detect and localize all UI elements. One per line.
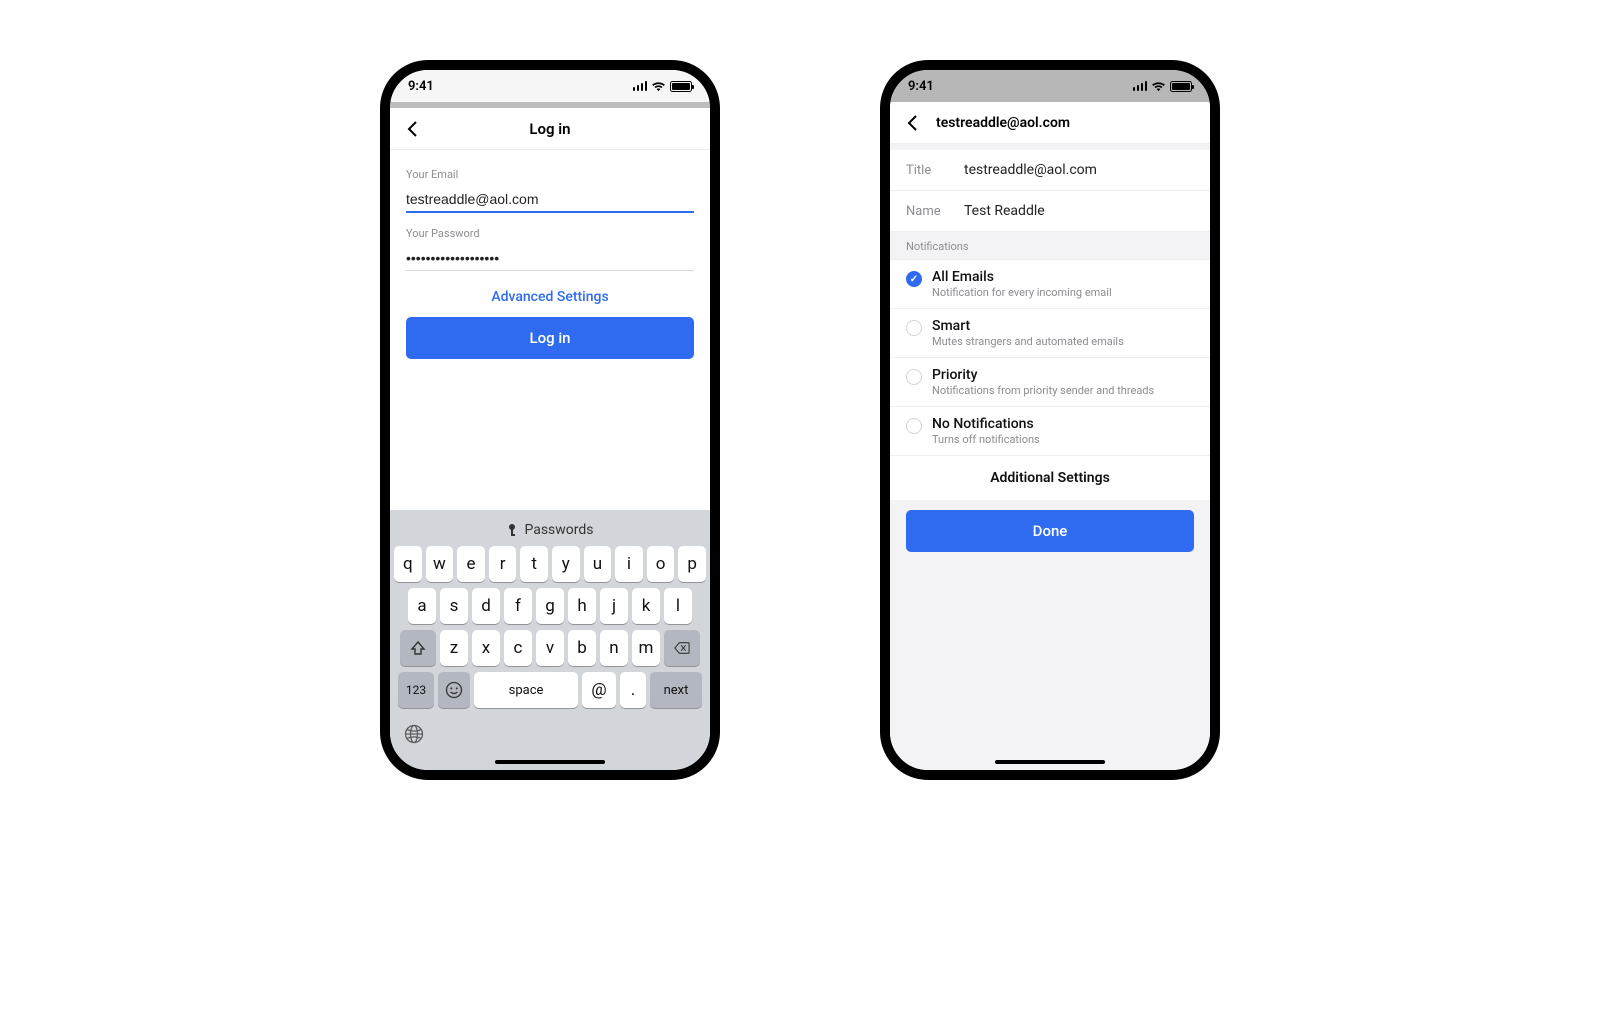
key-v[interactable]: v: [536, 630, 564, 666]
login-content: Your Email Your Password Advanced Settin…: [390, 150, 710, 770]
period-key[interactable]: .: [620, 672, 646, 708]
notifications-header: Notifications: [890, 232, 1210, 260]
key-n[interactable]: n: [600, 630, 628, 666]
key-icon: [506, 523, 518, 537]
notifications-list: All EmailsNotification for every incomin…: [890, 260, 1210, 456]
status-icons: [633, 81, 693, 92]
nav-bar: testreaddle@aol.com: [890, 102, 1210, 144]
key-f[interactable]: f: [504, 588, 532, 624]
at-key[interactable]: @: [582, 672, 616, 708]
title-row[interactable]: Title testreaddle@aol.com: [890, 150, 1210, 191]
option-title: All Emails: [932, 269, 1112, 285]
key-z[interactable]: z: [440, 630, 468, 666]
empty-area: [890, 568, 1210, 770]
space-key[interactable]: space: [474, 672, 578, 708]
globe-row: [394, 714, 706, 766]
name-label: Name: [906, 204, 964, 219]
option-subtitle: Turns off notifications: [932, 433, 1040, 446]
radio-indicator: [906, 271, 922, 287]
key-m[interactable]: m: [632, 630, 660, 666]
emoji-key[interactable]: [438, 672, 470, 708]
title-value: testreaddle@aol.com: [964, 162, 1097, 178]
battery-icon: [1170, 81, 1192, 92]
key-l[interactable]: l: [664, 588, 692, 624]
key-a[interactable]: a: [408, 588, 436, 624]
nav-bar: Log in: [390, 108, 710, 150]
option-title: No Notifications: [932, 416, 1040, 432]
email-label: Your Email: [406, 168, 694, 181]
key-w[interactable]: w: [426, 546, 454, 582]
key-c[interactable]: c: [504, 630, 532, 666]
key-e[interactable]: e: [457, 546, 485, 582]
keyboard: Passwords qwertyuiop asdfghjkl zxcvbnm 1…: [390, 510, 710, 770]
cellular-icon: [633, 81, 648, 91]
password-field[interactable]: [406, 244, 694, 271]
email-field[interactable]: [406, 185, 694, 213]
key-s[interactable]: s: [440, 588, 468, 624]
login-button[interactable]: Log in: [406, 317, 694, 359]
password-label: Your Password: [406, 227, 694, 240]
status-bar: 9:41: [890, 70, 1210, 102]
key-i[interactable]: i: [615, 546, 643, 582]
key-u[interactable]: u: [584, 546, 612, 582]
additional-settings-link[interactable]: Additional Settings: [890, 456, 1210, 500]
settings-content: Title testreaddle@aol.com Name Test Read…: [890, 144, 1210, 770]
key-y[interactable]: y: [552, 546, 580, 582]
passwords-suggestion[interactable]: Passwords: [394, 516, 706, 546]
notification-option[interactable]: All EmailsNotification for every incomin…: [890, 260, 1210, 309]
status-icons: [1133, 81, 1193, 92]
backspace-key[interactable]: [664, 630, 700, 666]
notification-option[interactable]: No NotificationsTurns off notifications: [890, 407, 1210, 456]
radio-indicator: [906, 418, 922, 434]
key-k[interactable]: k: [632, 588, 660, 624]
phone-settings: 9:41 testreaddle@aol.com Title testreadd…: [880, 60, 1220, 780]
title-label: Title: [906, 163, 964, 178]
next-key[interactable]: next: [650, 672, 702, 708]
status-time: 9:41: [908, 79, 934, 94]
option-title: Priority: [932, 367, 1154, 383]
status-time: 9:41: [408, 79, 434, 94]
nav-title: Log in: [390, 120, 710, 138]
wifi-icon: [1151, 81, 1166, 92]
key-j[interactable]: j: [600, 588, 628, 624]
key-t[interactable]: t: [520, 546, 548, 582]
key-x[interactable]: x: [472, 630, 500, 666]
name-row[interactable]: Name Test Readdle: [890, 191, 1210, 232]
kbd-row-4: 123 space @ . next: [394, 672, 706, 708]
status-bar: 9:41: [390, 70, 710, 102]
key-h[interactable]: h: [568, 588, 596, 624]
key-p[interactable]: p: [678, 546, 706, 582]
kbd-row-1: qwertyuiop: [394, 546, 706, 582]
shift-key[interactable]: [400, 630, 436, 666]
notification-option[interactable]: PriorityNotifications from priority send…: [890, 358, 1210, 407]
passwords-label: Passwords: [524, 522, 593, 538]
radio-indicator: [906, 320, 922, 336]
battery-icon: [670, 81, 692, 92]
back-icon[interactable]: [404, 120, 422, 138]
option-subtitle: Notifications from priority sender and t…: [932, 384, 1154, 397]
done-button[interactable]: Done: [906, 510, 1194, 552]
kbd-row-3: zxcvbnm: [394, 630, 706, 666]
name-value: Test Readdle: [964, 203, 1045, 219]
option-subtitle: Notification for every incoming email: [932, 286, 1112, 299]
globe-icon[interactable]: [404, 724, 424, 744]
phone-login: 9:41 Log in Your Email Your Password Adv…: [380, 60, 720, 780]
key-r[interactable]: r: [489, 546, 517, 582]
cellular-icon: [1133, 81, 1148, 91]
key-q[interactable]: q: [394, 546, 422, 582]
advanced-settings-link[interactable]: Advanced Settings: [406, 289, 694, 305]
key-d[interactable]: d: [472, 588, 500, 624]
key-o[interactable]: o: [647, 546, 675, 582]
notification-option[interactable]: SmartMutes strangers and automated email…: [890, 309, 1210, 358]
radio-indicator: [906, 369, 922, 385]
key-b[interactable]: b: [568, 630, 596, 666]
numbers-key[interactable]: 123: [398, 672, 434, 708]
option-title: Smart: [932, 318, 1124, 334]
wifi-icon: [651, 81, 666, 92]
kbd-row-2: asdfghjkl: [394, 588, 706, 624]
nav-title: testreaddle@aol.com: [936, 115, 1070, 131]
back-icon[interactable]: [904, 114, 922, 132]
option-subtitle: Mutes strangers and automated emails: [932, 335, 1124, 348]
key-g[interactable]: g: [536, 588, 564, 624]
